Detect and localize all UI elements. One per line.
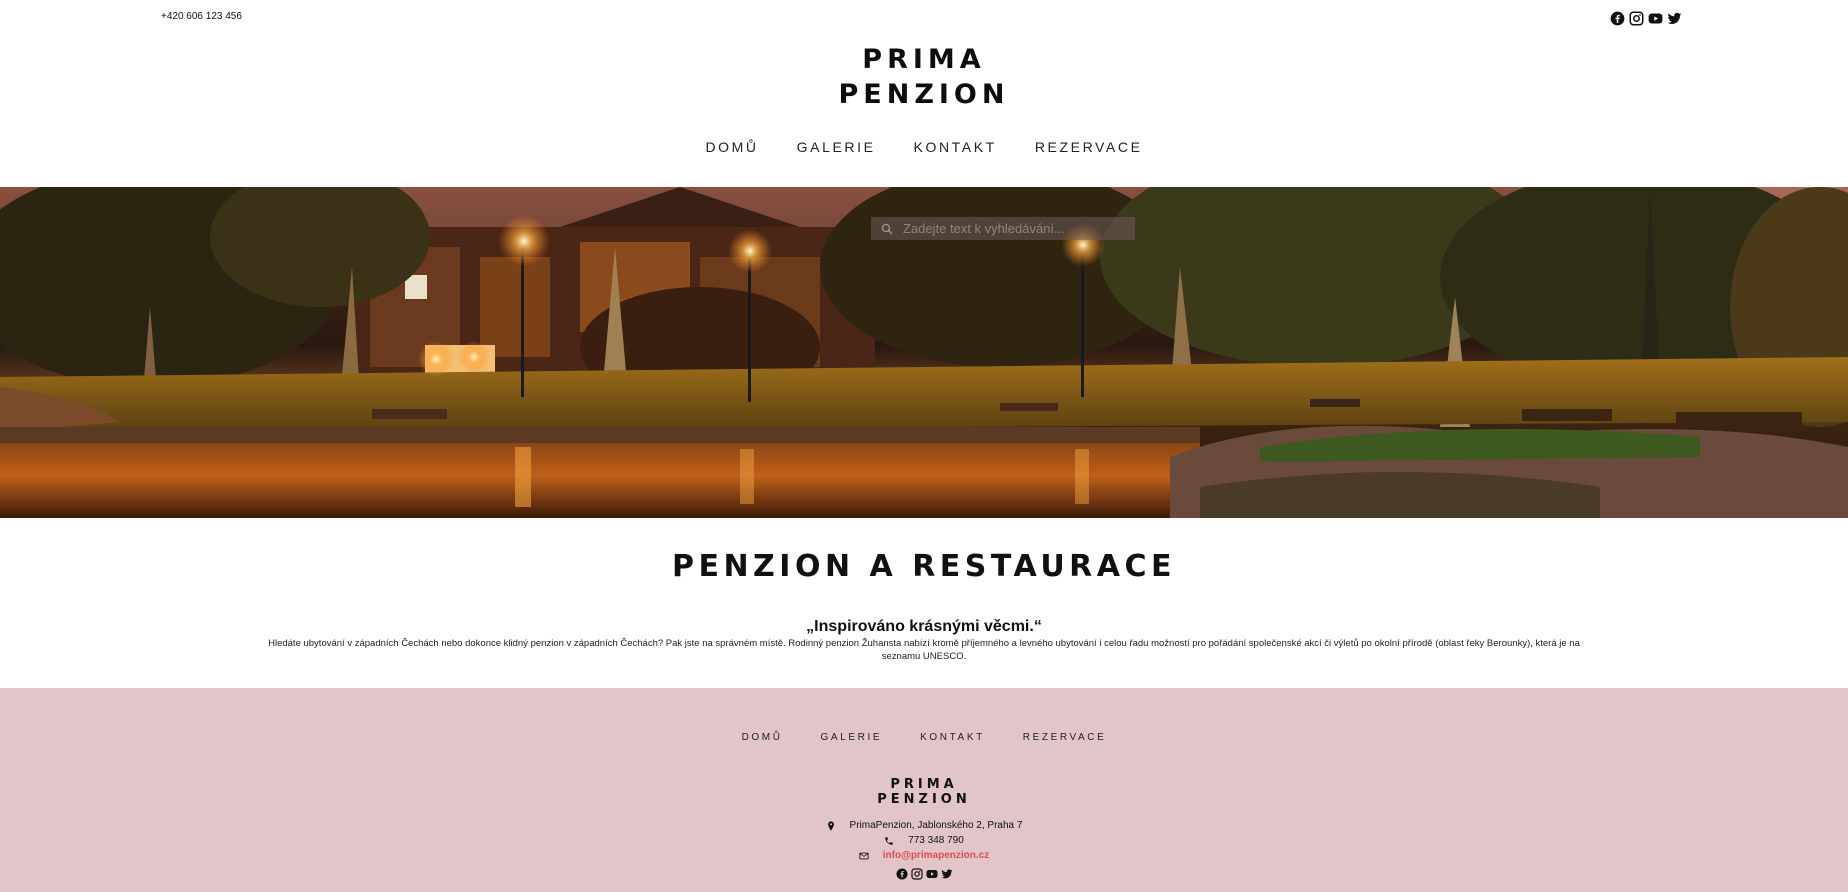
nav-item-rezervace[interactable]: REZERVACE — [1035, 139, 1143, 155]
footer-nav-item-kontakt[interactable]: KONTAKT — [920, 732, 985, 743]
nav-item-domu[interactable]: DOMŮ — [705, 139, 758, 155]
footer-nav-item-galerie[interactable]: GALERIE — [821, 732, 883, 743]
intro-description: Hledáte ubytování v západních Čechách ne… — [268, 638, 1580, 662]
header-phone: +420 606 123 456 — [161, 11, 242, 22]
hero-search-placeholder: Zadejte text k vyhledávání... — [903, 221, 1065, 236]
footer-logo[interactable]: PRIMA PENZION — [0, 777, 1848, 807]
logo-line-1: PRIMA — [862, 44, 986, 75]
footer-social-links — [0, 867, 1848, 881]
site-logo[interactable]: PRIMA PENZION — [0, 42, 1848, 112]
phone-icon — [884, 836, 894, 846]
youtube-icon[interactable] — [1647, 10, 1664, 27]
twitter-icon[interactable] — [940, 867, 954, 881]
facebook-icon[interactable] — [1609, 10, 1626, 27]
logo-line-2: PENZION — [838, 79, 1010, 110]
footer-email-row: info@primapenzion.cz — [0, 850, 1848, 861]
footer-logo-line-2: PENZION — [877, 792, 971, 807]
nav-item-kontakt[interactable]: KONTAKT — [914, 139, 997, 155]
instagram-icon[interactable] — [1628, 10, 1645, 27]
footer-nav: DOMŮ GALERIE KONTAKT REZERVACE — [0, 732, 1848, 743]
footer-phone-row: 773 348 790 — [0, 835, 1848, 846]
main-nav: DOMŮ GALERIE KONTAKT REZERVACE — [0, 139, 1848, 155]
search-icon — [881, 223, 893, 235]
footer-nav-item-rezervace[interactable]: REZERVACE — [1023, 732, 1107, 743]
hero-image: Zadejte text k vyhledávání... — [0, 187, 1848, 518]
facebook-icon[interactable] — [895, 867, 909, 881]
page-heading: PENZION A RESTAURACE — [671, 549, 1177, 584]
header-social-links — [1609, 10, 1683, 27]
nav-item-galerie[interactable]: GALERIE — [797, 139, 876, 155]
footer-email-link[interactable]: info@primapenzion.cz — [883, 850, 989, 861]
twitter-icon[interactable] — [1666, 10, 1683, 27]
envelope-icon — [859, 851, 869, 861]
footer: DOMŮ GALERIE KONTAKT REZERVACE PRIMA PEN… — [0, 688, 1848, 892]
hero-search-box[interactable]: Zadejte text k vyhledávání... — [871, 217, 1135, 240]
footer-logo-line-1: PRIMA — [890, 777, 958, 792]
footer-nav-item-domu[interactable]: DOMŮ — [742, 732, 783, 743]
footer-phone: 773 348 790 — [908, 835, 964, 846]
youtube-icon[interactable] — [925, 867, 939, 881]
footer-address-row: PrimaPenzion, Jablonského 2, Praha 7 — [0, 820, 1848, 831]
quote-text: „Inspirováno krásnými věcmi.“ — [806, 618, 1042, 635]
map-pin-icon — [826, 820, 836, 831]
instagram-icon[interactable] — [910, 867, 924, 881]
footer-address: PrimaPenzion, Jablonského 2, Praha 7 — [849, 820, 1023, 831]
